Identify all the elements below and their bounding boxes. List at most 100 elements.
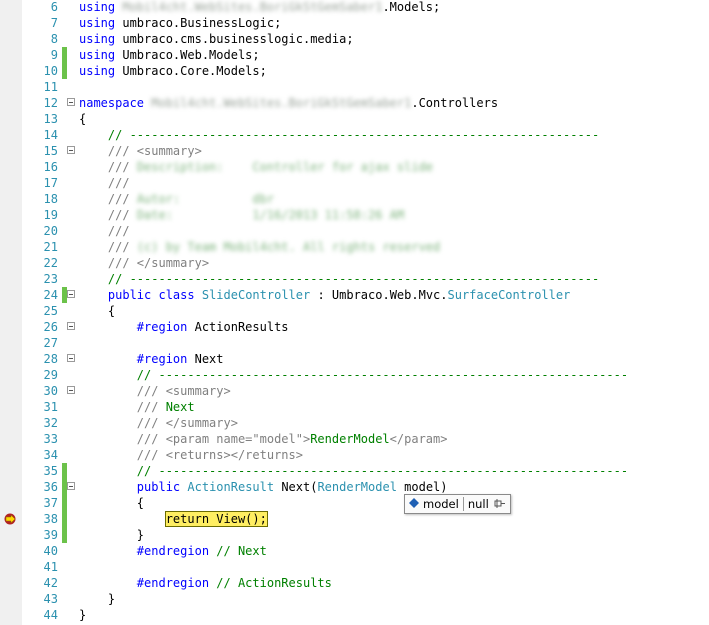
code-line[interactable]: 12 namespace Mobil4cht.WebSites.BoriGkStG… [0, 95, 709, 111]
code-line[interactable]: 36 public ActionResult Next(RenderModel … [0, 479, 709, 495]
code-line[interactable]: 37 { [0, 495, 709, 511]
code-line[interactable]: 22 /// </summary> [0, 255, 709, 271]
collapse-icon[interactable] [67, 98, 75, 106]
code-text: using Mobil4cht.WebSites.BoriGkStGemSabe… [79, 0, 440, 15]
code-line[interactable]: 20 /// [0, 223, 709, 239]
code-token: Next( [274, 480, 318, 494]
pin-icon[interactable] [494, 497, 506, 511]
code-text: /// <returns></returns> [79, 447, 303, 463]
code-text: /// Description: Controller for ajax sli… [79, 159, 433, 175]
collapse-icon[interactable] [67, 146, 75, 154]
code-token: /// [107, 208, 137, 222]
code-token: // Next [216, 544, 267, 558]
code-line[interactable]: 18 /// Autor: dbr [0, 191, 709, 207]
code-line[interactable]: 39 } [0, 527, 709, 543]
code-line[interactable]: 24 public class SlideController : Umbrac… [0, 287, 709, 303]
code-editor[interactable]: 6 using Mobil4cht.WebSites.BoriGkStGemSab… [0, 0, 709, 625]
code-token: } [79, 528, 145, 542]
code-line[interactable]: 15 /// <summary> [0, 143, 709, 159]
code-token: { [79, 112, 87, 126]
code-line[interactable]: 32 /// </summary> [0, 415, 709, 431]
code-text: /// <summary> [79, 143, 202, 159]
collapse-icon[interactable] [67, 354, 75, 362]
code-line[interactable]: 14 // ----------------------------------… [0, 127, 709, 143]
code-token: ActionResult [187, 480, 275, 494]
collapse-icon[interactable] [67, 482, 75, 490]
code-line[interactable]: 44} [0, 607, 709, 623]
code-line[interactable]: 17 /// [0, 175, 709, 191]
line-number: 21 [43, 240, 58, 254]
line-number: 35 [43, 464, 58, 478]
code-line[interactable]: 42 #endregion // ActionResults [0, 575, 709, 591]
line-number: 20 [43, 224, 58, 238]
code-line[interactable]: 16 /// Description: Controller for ajax … [0, 159, 709, 175]
collapse-icon[interactable] [67, 322, 75, 330]
code-line[interactable]: 11 [0, 79, 709, 95]
code-line[interactable]: 19 /// Date: 1/16/2013 11:58:26 AM [0, 207, 709, 223]
code-line[interactable]: 31 /// Next [0, 399, 709, 415]
code-token: using [79, 48, 116, 62]
code-line[interactable]: 7 using umbraco.BusinessLogic; [0, 15, 709, 31]
line-number: 44 [43, 608, 58, 622]
code-token: // -------------------------------------… [107, 272, 600, 286]
datatip-name: model [423, 497, 459, 511]
line-number: 18 [43, 192, 58, 206]
code-token: } [79, 608, 87, 622]
code-line[interactable]: 40 #endregion // Next [0, 543, 709, 559]
code-token: /// [107, 240, 137, 254]
line-number: 7 [50, 16, 58, 30]
code-line[interactable]: 43 } [0, 591, 709, 607]
breakpoint-icon[interactable] [4, 513, 16, 525]
line-number: 13 [43, 112, 58, 126]
code-line[interactable]: 28 #region Next [0, 351, 709, 367]
line-number: 12 [43, 96, 58, 110]
line-number: 15 [43, 144, 58, 158]
datatip-separator [462, 497, 464, 511]
code-line[interactable]: 26 #region ActionResults [0, 319, 709, 335]
code-line[interactable]: 6 using Mobil4cht.WebSites.BoriGkStGemSab… [0, 0, 709, 15]
line-number: 38 [43, 512, 58, 526]
code-line[interactable]: 38 return View(); [0, 511, 709, 527]
code-line[interactable]: 10 using Umbraco.Core.Models; [0, 63, 709, 79]
code-token: /// [107, 192, 137, 206]
code-line[interactable]: 8 using umbraco.cms.businesslogic.media; [0, 31, 709, 47]
code-line[interactable]: 23 // ----------------------------------… [0, 271, 709, 287]
code-line[interactable]: 25 { [0, 303, 709, 319]
code-line[interactable]: 13 { [0, 111, 709, 127]
code-token: #endregion [136, 544, 210, 558]
code-text: using umbraco.cms.businesslogic.media; [79, 31, 354, 47]
code-line[interactable]: 34 /// <returns></returns> [0, 447, 709, 463]
code-line[interactable]: 21 /// (c) by Team Mobil4cht. All rights… [0, 239, 709, 255]
code-line[interactable]: 29 // ----------------------------------… [0, 367, 709, 383]
code-token: .Models; [382, 0, 441, 14]
datatip[interactable]: model null [404, 494, 511, 514]
code-line[interactable]: 41 [0, 559, 709, 575]
code-line[interactable]: 27 [0, 335, 709, 351]
code-line[interactable]: 9 using Umbraco.Web.Models; [0, 47, 709, 63]
collapse-icon[interactable] [67, 386, 75, 394]
collapse-icon[interactable] [67, 290, 75, 298]
code-line[interactable]: 30 /// <summary> [0, 383, 709, 399]
code-token: { [79, 304, 116, 318]
code-token: using [79, 64, 116, 78]
code-token: umbraco.cms.businesslogic.media; [115, 32, 354, 46]
current-statement: return View(); [164, 511, 268, 527]
code-token: public class [107, 288, 195, 302]
code-line[interactable]: 33 /// <param name="model">RenderModel</… [0, 431, 709, 447]
line-number: 37 [43, 496, 58, 510]
code-token: SlideController [201, 288, 311, 302]
code-text: // -------------------------------------… [79, 463, 628, 479]
line-number: 6 [50, 0, 58, 14]
code-line[interactable]: 35 // ----------------------------------… [0, 463, 709, 479]
